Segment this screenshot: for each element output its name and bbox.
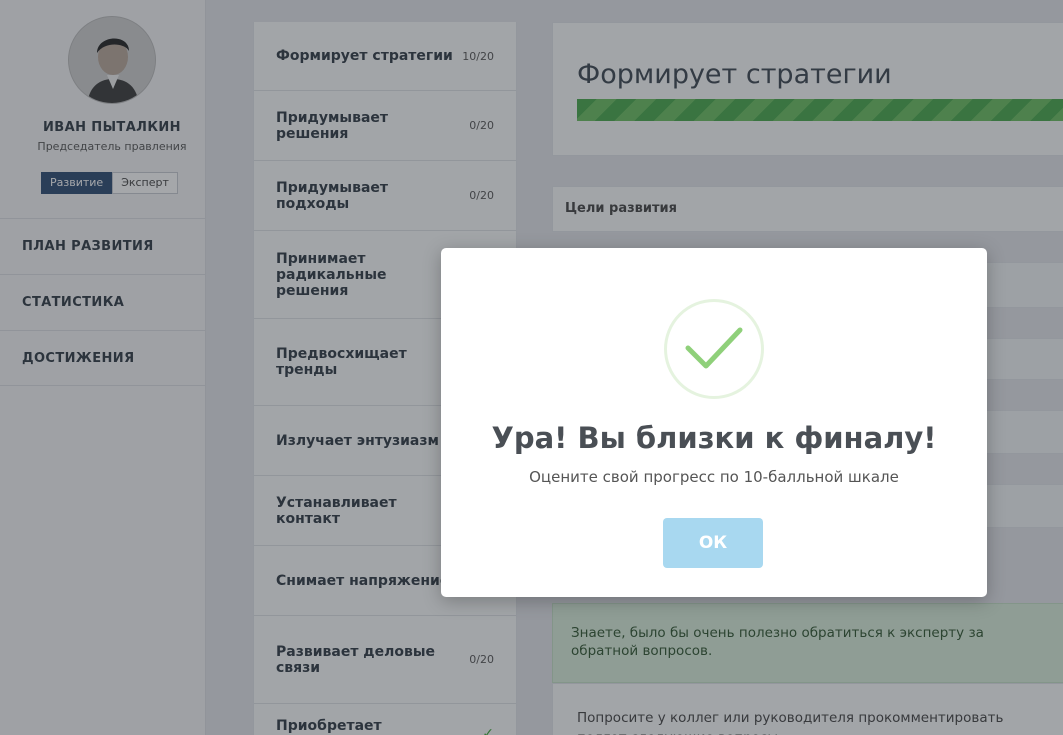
modal-title: Ура! Вы близки к финалу!: [491, 421, 937, 455]
modal-subtitle: Оцените свой прогресс по 10-балльной шка…: [529, 468, 899, 486]
checkmark-icon: [664, 299, 764, 399]
success-modal: Ура! Вы близки к финалу! Оцените свой пр…: [441, 248, 987, 597]
ok-button[interactable]: ОК: [663, 518, 763, 568]
